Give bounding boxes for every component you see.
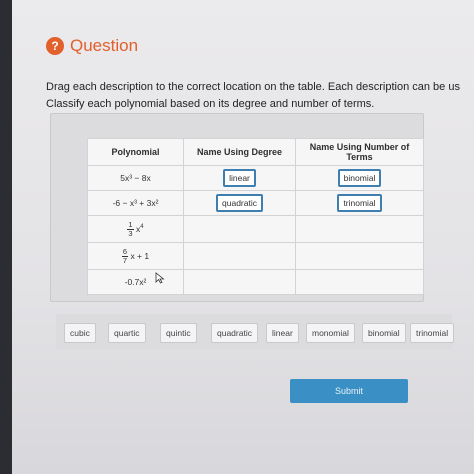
terms-drop-target[interactable]	[295, 269, 424, 295]
table-row: 13 x4	[87, 215, 424, 243]
question-screen: ? Question Drag each description to the …	[12, 0, 474, 474]
placed-chip-binomial[interactable]: binomial	[337, 169, 382, 187]
header-name-using-degree: Name Using Degree	[183, 138, 296, 166]
mouse-cursor-icon	[155, 272, 165, 284]
degree-drop-target[interactable]	[183, 242, 296, 270]
instruction-subtext: Classify each polynomial based on its de…	[46, 98, 375, 110]
degree-drop-target[interactable]: linear	[183, 165, 296, 191]
degree-drop-target[interactable]: quadratic	[183, 190, 296, 216]
instruction-text: Drag each description to the correct loc…	[46, 81, 460, 93]
table-row: 5x³ − 8x linear binomial	[87, 165, 424, 191]
submit-button[interactable]: Submit	[290, 379, 408, 403]
placed-chip-quadratic[interactable]: quadratic	[216, 194, 263, 212]
table-row: -0.7x²	[87, 269, 424, 295]
terms-drop-target[interactable]: binomial	[295, 165, 424, 191]
classification-table-card: Polynomial Name Using Degree Name Using …	[50, 113, 424, 302]
placed-chip-trinomial[interactable]: trinomial	[337, 194, 382, 212]
classification-table: Polynomial Name Using Degree Name Using …	[87, 138, 424, 295]
bank-chip-monomial[interactable]: monomial	[306, 323, 355, 343]
question-header: ? Question	[46, 36, 138, 56]
answer-bank: cubic quartic quintic quadratic linear m…	[56, 314, 455, 350]
polynomial-cell: 67 x + 1	[87, 242, 184, 270]
header-name-using-terms: Name Using Number of Terms	[295, 138, 424, 166]
terms-drop-target[interactable]	[295, 215, 424, 243]
polynomial-cell: 5x³ − 8x	[87, 165, 184, 191]
question-icon: ?	[46, 37, 64, 55]
header-polynomial: Polynomial	[87, 138, 184, 166]
table-header-row: Polynomial Name Using Degree Name Using …	[87, 138, 424, 166]
polynomial-cell: 13 x4	[87, 215, 184, 243]
bank-chip-binomial[interactable]: binomial	[362, 323, 406, 343]
bank-chip-quartic[interactable]: quartic	[108, 323, 146, 343]
polynomial-cell: -6 − x³ + 3x²	[87, 190, 184, 216]
bank-chip-linear[interactable]: linear	[266, 323, 299, 343]
bank-chip-cubic[interactable]: cubic	[64, 323, 96, 343]
terms-drop-target[interactable]	[295, 242, 424, 270]
placed-chip-linear[interactable]: linear	[223, 169, 256, 187]
terms-drop-target[interactable]: trinomial	[295, 190, 424, 216]
bank-chip-quintic[interactable]: quintic	[160, 323, 197, 343]
question-title: Question	[70, 36, 139, 55]
table-row: 67 x + 1	[87, 242, 424, 270]
table-row: -6 − x³ + 3x² quadratic trinomial	[87, 190, 424, 216]
bank-chip-quadratic[interactable]: quadratic	[211, 323, 258, 343]
degree-drop-target[interactable]	[183, 215, 296, 243]
fraction: 13	[127, 219, 134, 238]
polynomial-cell: -0.7x²	[87, 269, 184, 295]
bank-chip-trinomial[interactable]: trinomial	[410, 323, 455, 343]
degree-drop-target[interactable]	[183, 269, 296, 295]
fraction: 67	[121, 246, 129, 265]
